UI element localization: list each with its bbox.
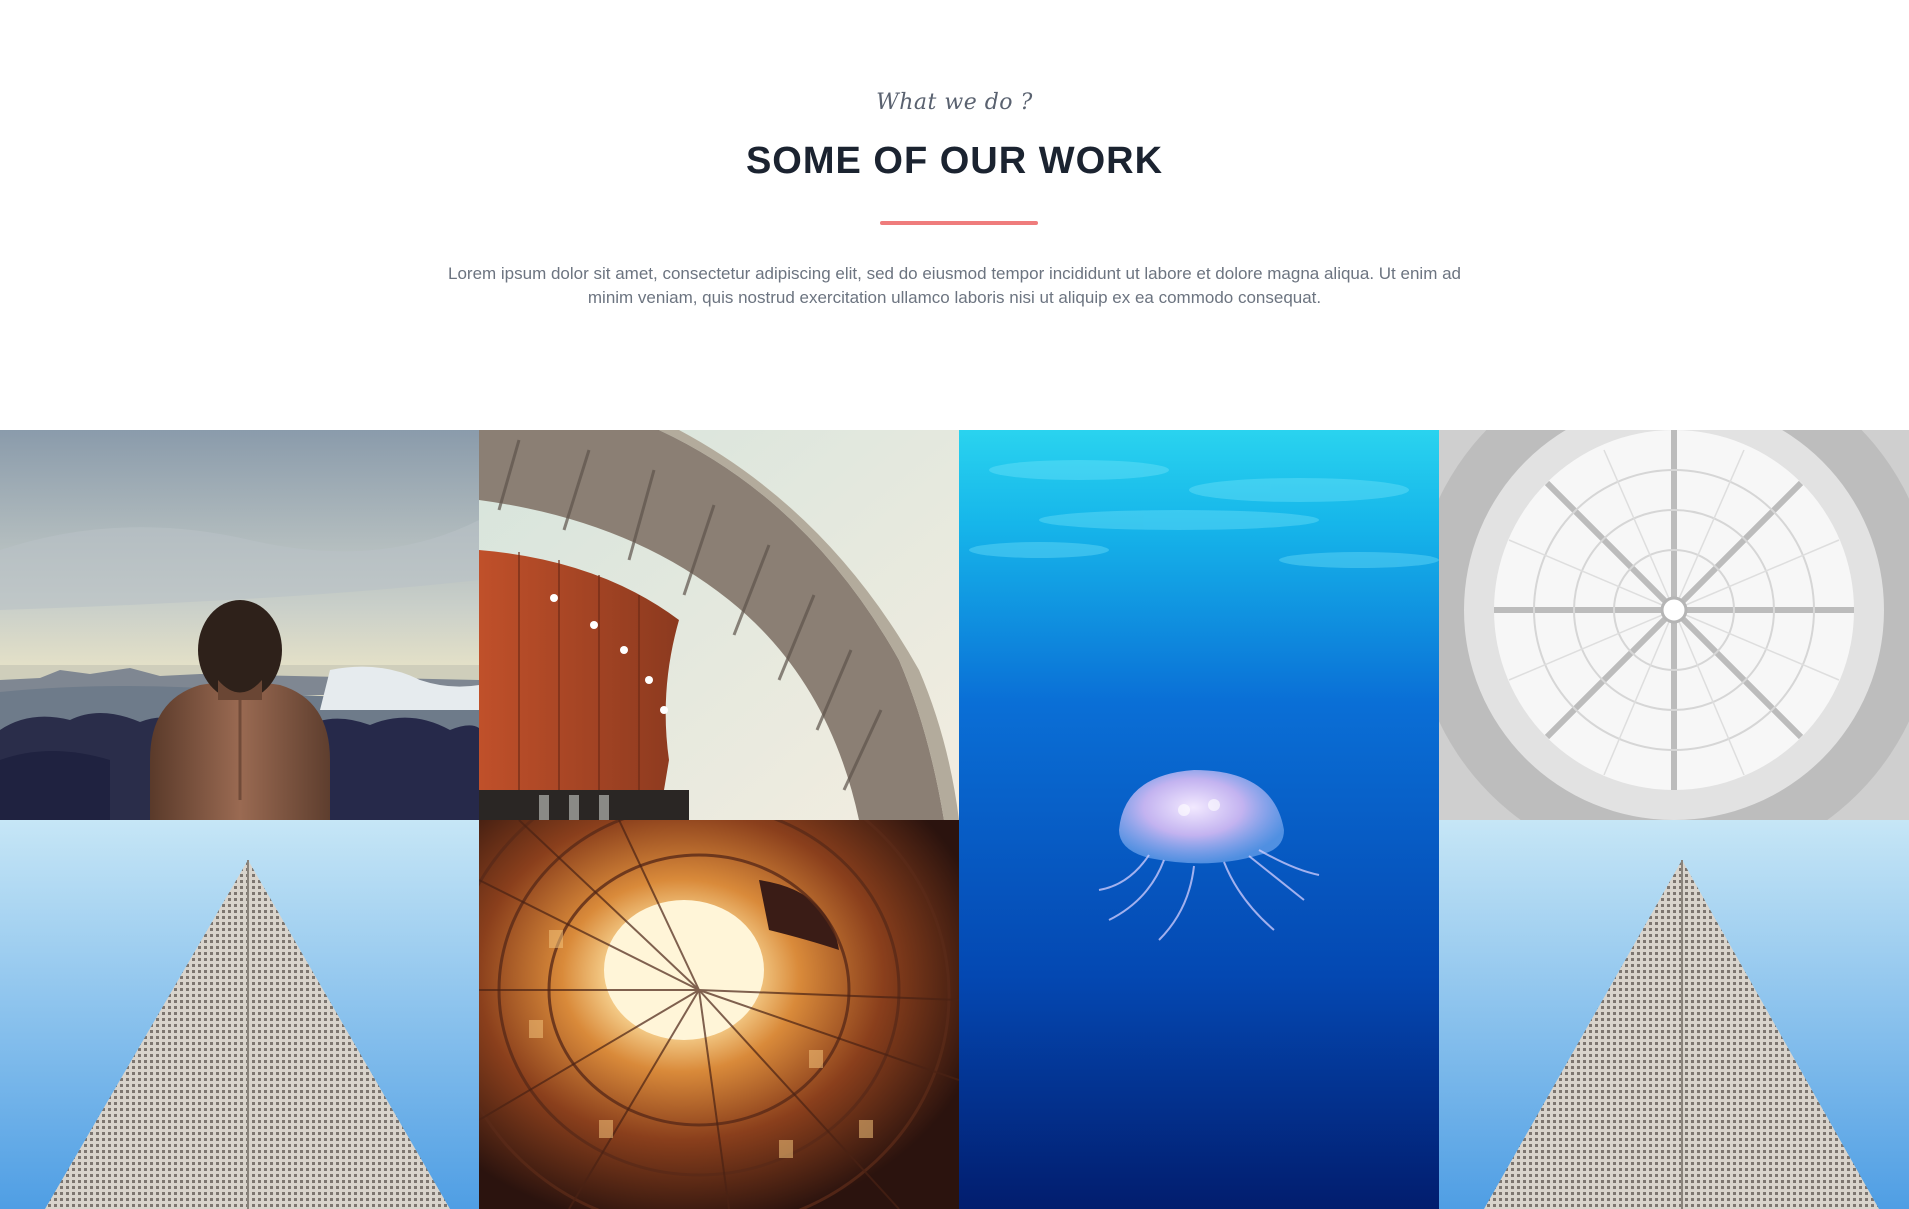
glass-dome-photo xyxy=(1439,430,1909,820)
gallery-item-skyscraper-left[interactable] xyxy=(0,820,479,1209)
gallery-item-curved-building[interactable] xyxy=(479,430,959,820)
gallery-item-skyscraper-right[interactable] xyxy=(1439,820,1909,1209)
title-divider xyxy=(880,221,1038,225)
skyscraper-photo xyxy=(1439,820,1909,1209)
man-at-sea-photo xyxy=(0,430,479,820)
skyscraper-photo xyxy=(0,820,479,1209)
portfolio-gallery xyxy=(0,430,1909,1209)
gallery-item-man-at-sea[interactable] xyxy=(0,430,479,820)
courtyard-sky-photo xyxy=(479,820,959,1209)
gallery-item-glass-dome[interactable] xyxy=(1439,430,1909,820)
section-kicker: What we do ? xyxy=(876,90,1033,115)
gallery-item-courtyard-sky[interactable] xyxy=(479,820,959,1209)
section-title: SOME OF OUR WORK xyxy=(745,140,1164,182)
work-section-header: What we do ? SOME OF OUR WORK Lorem ipsu… xyxy=(0,0,1909,430)
jellyfish-photo xyxy=(959,430,1439,1209)
section-intro: Lorem ipsum dolor sit amet, consectetur … xyxy=(448,264,1461,307)
curved-building-photo xyxy=(479,430,959,820)
gallery-item-jellyfish[interactable] xyxy=(959,430,1439,1209)
